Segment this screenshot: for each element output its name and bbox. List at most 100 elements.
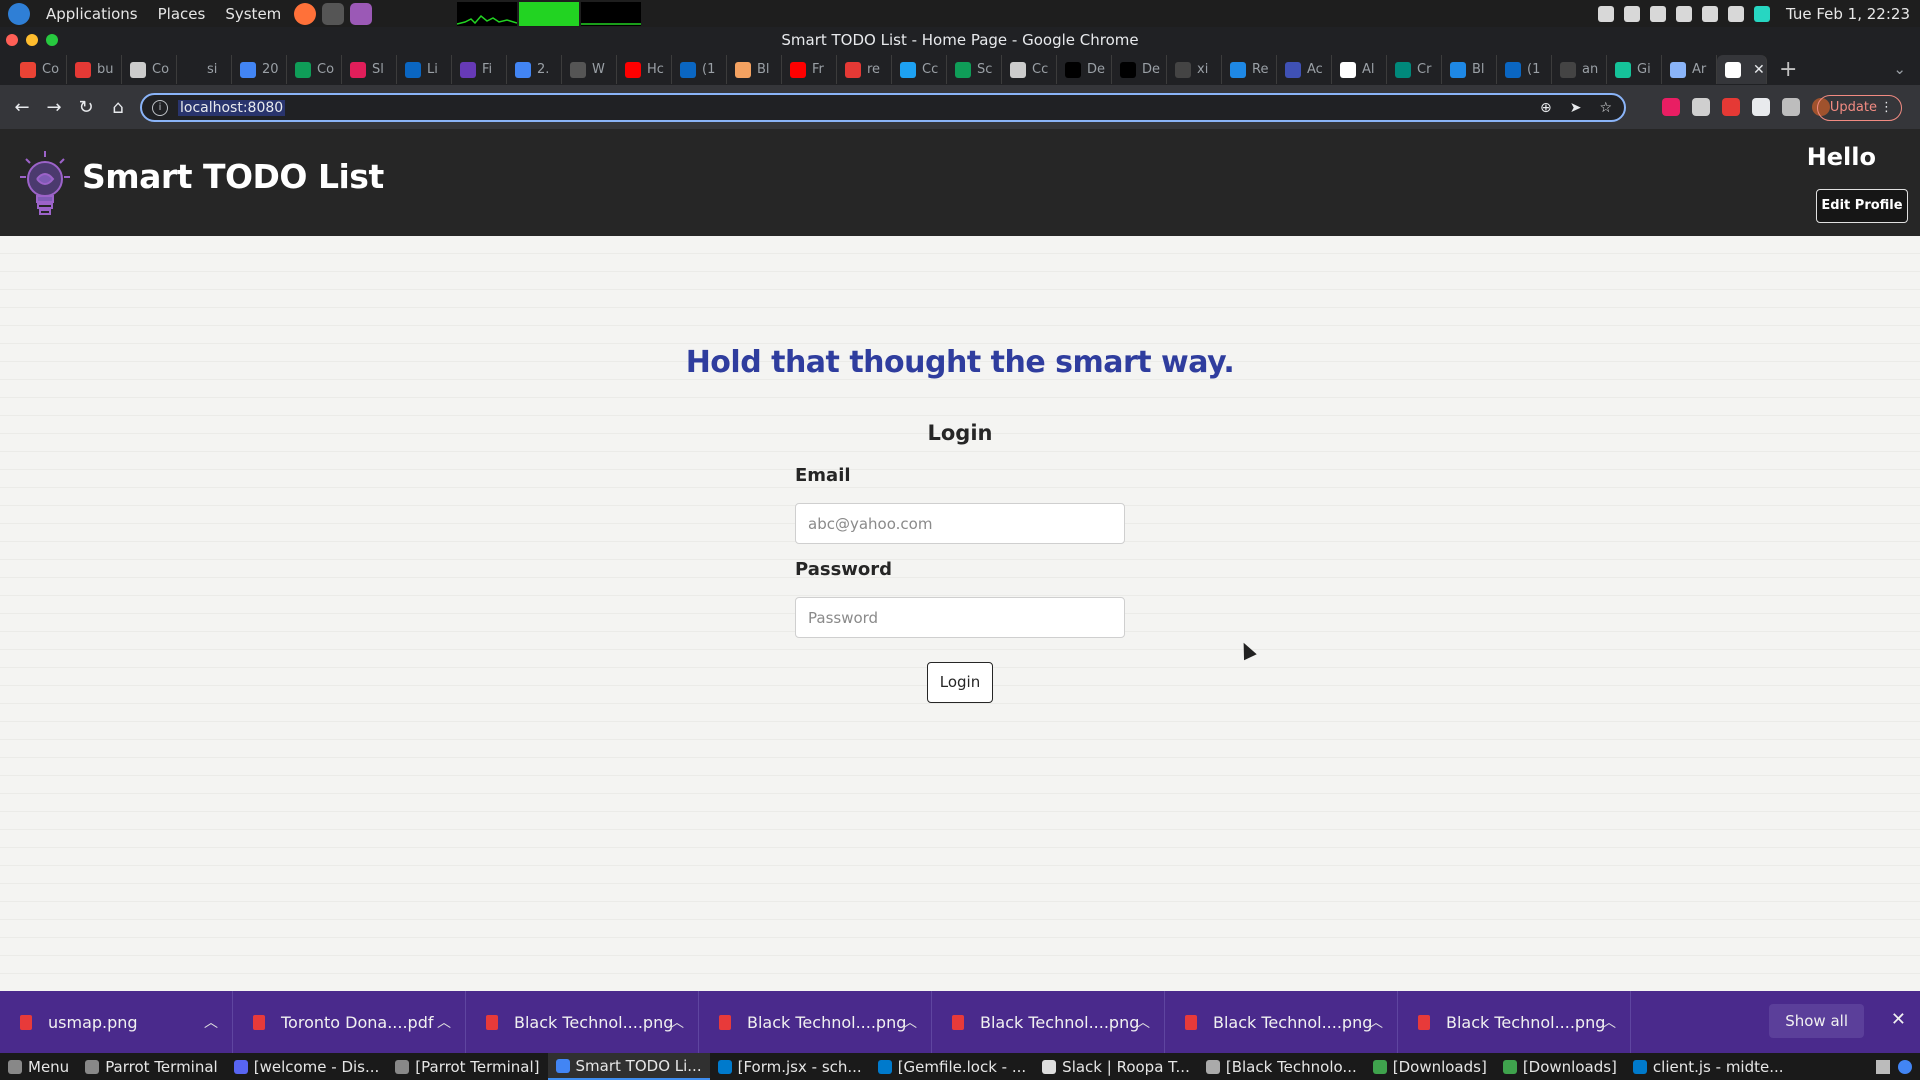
wifi-icon[interactable] (1727, 5, 1744, 22)
tab-active[interactable]: ✕ (1717, 55, 1767, 84)
taskbar-window-button[interactable]: [Downloads] (1495, 1053, 1625, 1080)
browser-tab[interactable]: (1 (672, 55, 727, 84)
browser-tab[interactable]: Fr (782, 55, 837, 84)
browser-tab[interactable]: De (1112, 55, 1167, 84)
browser-tab[interactable]: Fi (452, 55, 507, 84)
browser-tab[interactable]: Co (122, 55, 177, 84)
browser-tab[interactable]: (1 (1497, 55, 1552, 84)
tab-search-icon[interactable]: ⌄ (1893, 60, 1906, 78)
taskbar-window-button[interactable]: [Black Technolo... (1198, 1053, 1365, 1080)
browser-tab[interactable]: Ar (1662, 55, 1717, 84)
extension-color-icon[interactable] (1662, 98, 1680, 116)
address-bar[interactable]: i localhost:8080 ⊕ ➤ ☆ (140, 93, 1626, 122)
browser-tab[interactable]: W (562, 55, 617, 84)
zoom-icon[interactable]: ⊕ (1540, 100, 1552, 116)
chevron-up-icon[interactable]: ︿ (1602, 1012, 1616, 1032)
browser-tab[interactable]: si (177, 55, 232, 84)
back-icon[interactable]: ← (6, 97, 38, 118)
download-item[interactable]: usmap.png ︿ (0, 991, 233, 1053)
minimize-window-icon[interactable] (26, 34, 38, 46)
browser-tab[interactable]: Sl (342, 55, 397, 84)
taskbar-window-button[interactable]: [welcome - Dis... (226, 1053, 388, 1080)
browser-tab[interactable]: Gi (1607, 55, 1662, 84)
taskbar-window-button[interactable]: [Form.jsx - sch... (710, 1053, 870, 1080)
taskbar-window-button[interactable]: [Gemfile.lock - ... (870, 1053, 1034, 1080)
app-launcher-icon[interactable] (350, 2, 373, 25)
taskbar-menu-button[interactable]: Menu (0, 1053, 77, 1080)
download-item[interactable]: Toronto Dona....pdf ︿ (233, 991, 466, 1053)
battery-icon[interactable] (1753, 5, 1770, 22)
browser-tab[interactable]: Co (287, 55, 342, 84)
browser-tab[interactable]: re (837, 55, 892, 84)
reload-icon[interactable]: ↻ (70, 97, 102, 118)
password-field[interactable] (795, 597, 1125, 638)
close-tab-icon[interactable]: ✕ (1753, 62, 1765, 78)
taskbar-window-button[interactable]: [Parrot Terminal] (387, 1053, 547, 1080)
taskbar-window-button[interactable]: client.js - midte... (1625, 1053, 1792, 1080)
os-menu-places[interactable]: Places (148, 5, 216, 23)
browser-tab[interactable]: Ac (1277, 55, 1332, 84)
parrot-os-logo-icon[interactable] (8, 2, 30, 25)
taskbar-window-button[interactable]: Smart TODO Li... (547, 1053, 710, 1080)
clock[interactable]: Tue Feb 1, 22:23 (1786, 5, 1910, 23)
display-icon[interactable] (1675, 5, 1692, 22)
email-field[interactable] (795, 503, 1125, 544)
browser-tab[interactable]: Cr (1387, 55, 1442, 84)
browser-tab[interactable]: Cc (1002, 55, 1057, 84)
maximize-window-icon[interactable] (46, 34, 58, 46)
site-info-icon[interactable]: i (152, 99, 168, 116)
download-item[interactable]: Black Technol....png ︿ (1398, 991, 1631, 1053)
bookmark-star-icon[interactable]: ☆ (1599, 100, 1612, 116)
slack-tray-icon[interactable] (1597, 5, 1614, 22)
browser-tab[interactable]: an (1552, 55, 1607, 84)
chrome-tray-icon[interactable] (1898, 1059, 1912, 1074)
chevron-up-icon[interactable]: ︿ (1136, 1012, 1150, 1032)
extensions-puzzle-icon[interactable] (1752, 98, 1770, 116)
browser-tab[interactable]: Re (1222, 55, 1277, 84)
download-item[interactable]: Black Technol....png ︿ (466, 991, 699, 1053)
taskbar-window-button[interactable]: Slack | Roopa T... (1034, 1053, 1198, 1080)
chevron-up-icon[interactable]: ︿ (1369, 1012, 1383, 1032)
url-text[interactable]: localhost:8080 (178, 99, 286, 116)
download-item[interactable]: Black Technol....png ︿ (932, 991, 1165, 1053)
keyboard-layout-icon[interactable] (1876, 1059, 1890, 1074)
browser-tab[interactable]: Co (12, 55, 67, 84)
extension-c-icon[interactable] (1722, 98, 1740, 116)
bluetooth-icon[interactable] (1623, 5, 1640, 22)
os-menu-applications[interactable]: Applications (36, 5, 148, 23)
browser-tab[interactable]: Hc (617, 55, 672, 84)
browser-tab[interactable]: 2. (507, 55, 562, 84)
close-window-icon[interactable] (6, 34, 18, 46)
chevron-up-icon[interactable]: ︿ (437, 1012, 451, 1032)
edit-profile-button[interactable]: Edit Profile (1816, 189, 1908, 223)
browser-tab[interactable]: bu (67, 55, 122, 84)
show-all-downloads-button[interactable]: Show all (1769, 1004, 1864, 1038)
browser-tab[interactable]: xi (1167, 55, 1222, 84)
taskbar-window-button[interactable]: Parrot Terminal (77, 1053, 226, 1080)
download-item[interactable]: Black Technol....png ︿ (1165, 991, 1398, 1053)
chevron-up-icon[interactable]: ︿ (903, 1012, 917, 1032)
chevron-up-icon[interactable]: ︿ (204, 1012, 218, 1032)
volume-icon[interactable] (1701, 5, 1718, 22)
discord-tray-icon[interactable] (1649, 5, 1666, 22)
browser-tab[interactable]: Sc (947, 55, 1002, 84)
send-icon[interactable]: ➤ (1570, 100, 1582, 116)
new-tab-icon[interactable]: + (1779, 57, 1797, 82)
firefox-launcher-icon[interactable] (294, 2, 317, 25)
update-button[interactable]: Update ⋮ (1816, 95, 1902, 121)
more-menu-icon[interactable]: ⋮ (1880, 96, 1893, 120)
home-icon[interactable]: ⌂ (102, 97, 134, 118)
forward-icon[interactable]: → (38, 97, 70, 118)
app-title[interactable]: Smart TODO List (82, 157, 384, 196)
browser-tab[interactable]: Cc (892, 55, 947, 84)
reading-list-icon[interactable] (1782, 98, 1800, 116)
taskbar-window-button[interactable]: [Downloads] (1365, 1053, 1495, 1080)
browser-tab[interactable]: Bl (727, 55, 782, 84)
close-downloads-icon[interactable]: ✕ (1891, 1009, 1906, 1030)
os-menu-system[interactable]: System (215, 5, 291, 23)
chevron-up-icon[interactable]: ︿ (670, 1012, 684, 1032)
browser-tab[interactable]: De (1057, 55, 1112, 84)
login-button[interactable]: Login (927, 662, 993, 703)
browser-tab[interactable]: Al (1332, 55, 1387, 84)
browser-tab[interactable]: Li (397, 55, 452, 84)
